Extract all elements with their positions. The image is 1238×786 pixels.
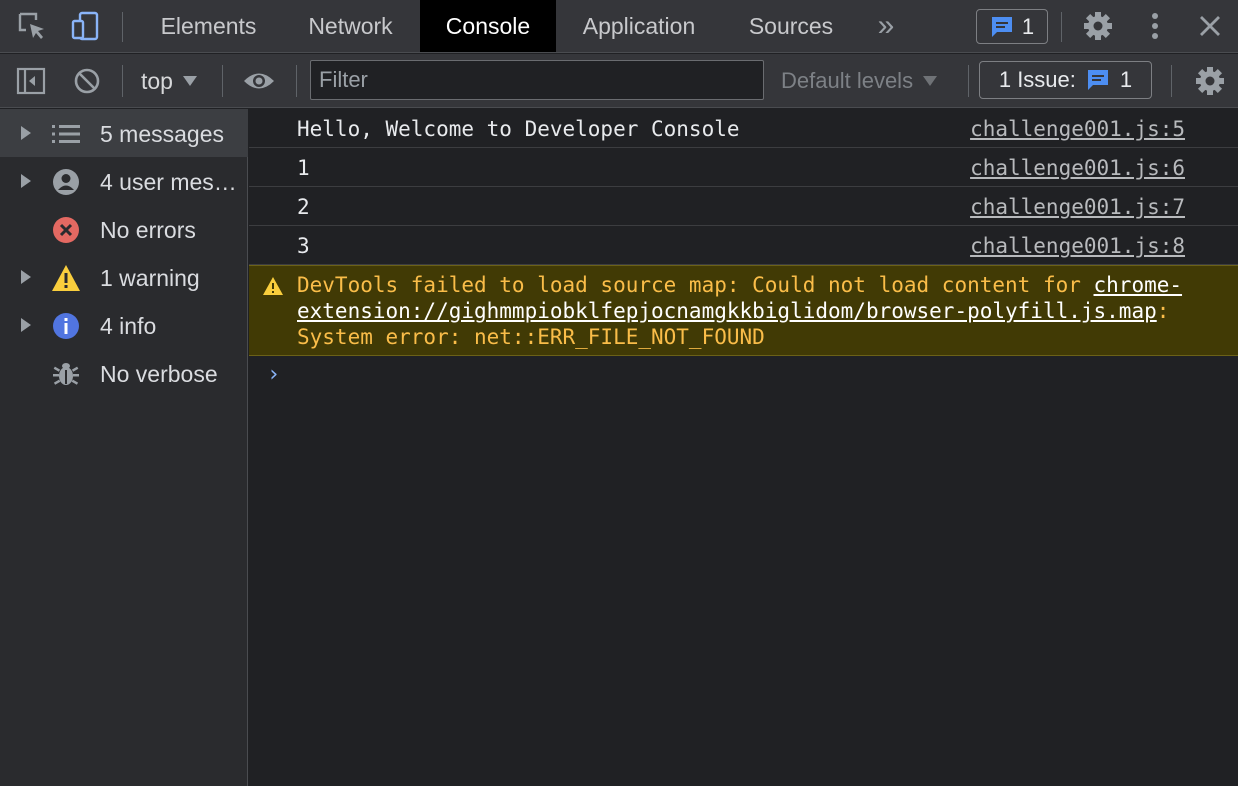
- sidebar-item-messages[interactable]: 5 messages: [0, 109, 248, 157]
- info-icon: [51, 311, 81, 341]
- message-text: 3: [297, 234, 310, 258]
- message-text: Hello, Welcome to Developer Console: [297, 117, 740, 141]
- console-toolbar: top Default levels 1 Issue: 1: [0, 54, 1238, 108]
- close-icon[interactable]: [1190, 0, 1230, 52]
- context-select[interactable]: top: [136, 62, 212, 100]
- log-levels-dropdown[interactable]: Default levels: [781, 62, 938, 100]
- divider: [222, 65, 223, 97]
- warning-text: DevTools failed to load source map: Coul…: [297, 272, 1187, 350]
- issues-badge[interactable]: 1: [976, 9, 1048, 44]
- source-link[interactable]: challenge001.js:8: [970, 234, 1185, 258]
- sidebar-item-label: No verbose: [100, 361, 218, 387]
- sidebar-item-info[interactable]: 4 info: [0, 301, 248, 349]
- sidebar-item-label: No errors: [100, 217, 196, 243]
- tab-sources[interactable]: Sources: [724, 0, 858, 52]
- expand-arrow-icon[interactable]: [21, 126, 31, 140]
- expand-arrow-icon[interactable]: [21, 270, 31, 284]
- list-icon: [51, 119, 81, 149]
- dropdown-arrow-icon: [923, 76, 938, 86]
- user-icon: [51, 167, 81, 197]
- more-tabs-icon[interactable]: »: [866, 0, 906, 52]
- expand-arrow-icon[interactable]: [21, 318, 31, 332]
- live-expression-eye-icon[interactable]: [240, 54, 278, 107]
- sidebar-item-label: 1 warning: [100, 265, 200, 291]
- sidebar-item-errors[interactable]: No errors: [0, 205, 248, 253]
- divider: [122, 65, 123, 97]
- message-icon: [1087, 70, 1108, 90]
- source-link[interactable]: challenge001.js:6: [970, 156, 1185, 180]
- more-options-icon[interactable]: [1135, 0, 1175, 52]
- divider: [122, 12, 123, 42]
- sidebar-item-user-messages[interactable]: 4 user messages: [0, 157, 248, 205]
- tab-elements[interactable]: Elements: [137, 0, 280, 52]
- console-settings-gear-icon[interactable]: [1191, 54, 1229, 107]
- console-prompt-icon[interactable]: ›: [267, 362, 280, 387]
- warning-icon: [262, 276, 284, 301]
- issues-badge-count: 1: [1021, 13, 1035, 39]
- sidebar-item-verbose[interactable]: No verbose: [0, 349, 248, 397]
- dropdown-arrow-icon: [182, 76, 197, 86]
- console-message: Hello, Welcome to Developer Console chal…: [249, 109, 1238, 148]
- console-message: 2 challenge001.js:7: [249, 187, 1238, 226]
- inspect-element-icon[interactable]: [12, 0, 52, 52]
- divider: [1171, 65, 1172, 97]
- console-sidebar: 5 messages 4 user messages No errors: [0, 109, 248, 786]
- console-output: Hello, Welcome to Developer Console chal…: [249, 109, 1238, 786]
- console-message: 1 challenge001.js:6: [249, 148, 1238, 187]
- error-icon: [51, 215, 81, 245]
- sidebar-toggle-icon[interactable]: [12, 54, 50, 107]
- sidebar-item-warnings[interactable]: 1 warning: [0, 253, 248, 301]
- sidebar-item-label: 5 messages: [100, 121, 225, 147]
- tab-network[interactable]: Network: [282, 0, 419, 52]
- message-text: 2: [297, 195, 310, 219]
- warning-message: DevTools failed to load source map: Coul…: [249, 265, 1238, 356]
- warning-prefix: DevTools failed to load source map: Coul…: [297, 273, 1094, 297]
- sidebar-item-label: 4 info: [100, 313, 157, 339]
- settings-gear-icon[interactable]: [1078, 0, 1118, 52]
- tab-console[interactable]: Console: [420, 0, 556, 52]
- message-text: 1: [297, 156, 310, 180]
- warning-icon: [51, 263, 81, 293]
- source-link[interactable]: challenge001.js:5: [970, 117, 1185, 141]
- issue-counter-button[interactable]: 1 Issue: 1: [979, 61, 1152, 99]
- clear-console-icon[interactable]: [68, 54, 106, 107]
- issue-counter-count: 1: [1119, 67, 1133, 92]
- devtools-tab-bar: Elements Network Console Application Sou…: [0, 0, 1238, 53]
- log-levels-label: Default levels: [781, 68, 914, 93]
- device-toolbar-icon[interactable]: [65, 0, 105, 52]
- divider: [296, 65, 297, 97]
- divider: [968, 65, 969, 97]
- issue-counter-label: 1 Issue:: [998, 67, 1076, 92]
- source-link[interactable]: challenge001.js:7: [970, 195, 1185, 219]
- filter-input[interactable]: [310, 60, 764, 100]
- expand-arrow-icon[interactable]: [21, 174, 31, 188]
- sidebar-item-label: 4 user messages: [100, 169, 245, 195]
- context-select-value: top: [141, 67, 173, 94]
- bug-icon: [51, 359, 81, 389]
- console-message: 3 challenge001.js:8: [249, 226, 1238, 265]
- tab-application[interactable]: Application: [556, 0, 722, 52]
- divider: [1061, 12, 1062, 42]
- message-icon: [991, 16, 1012, 37]
